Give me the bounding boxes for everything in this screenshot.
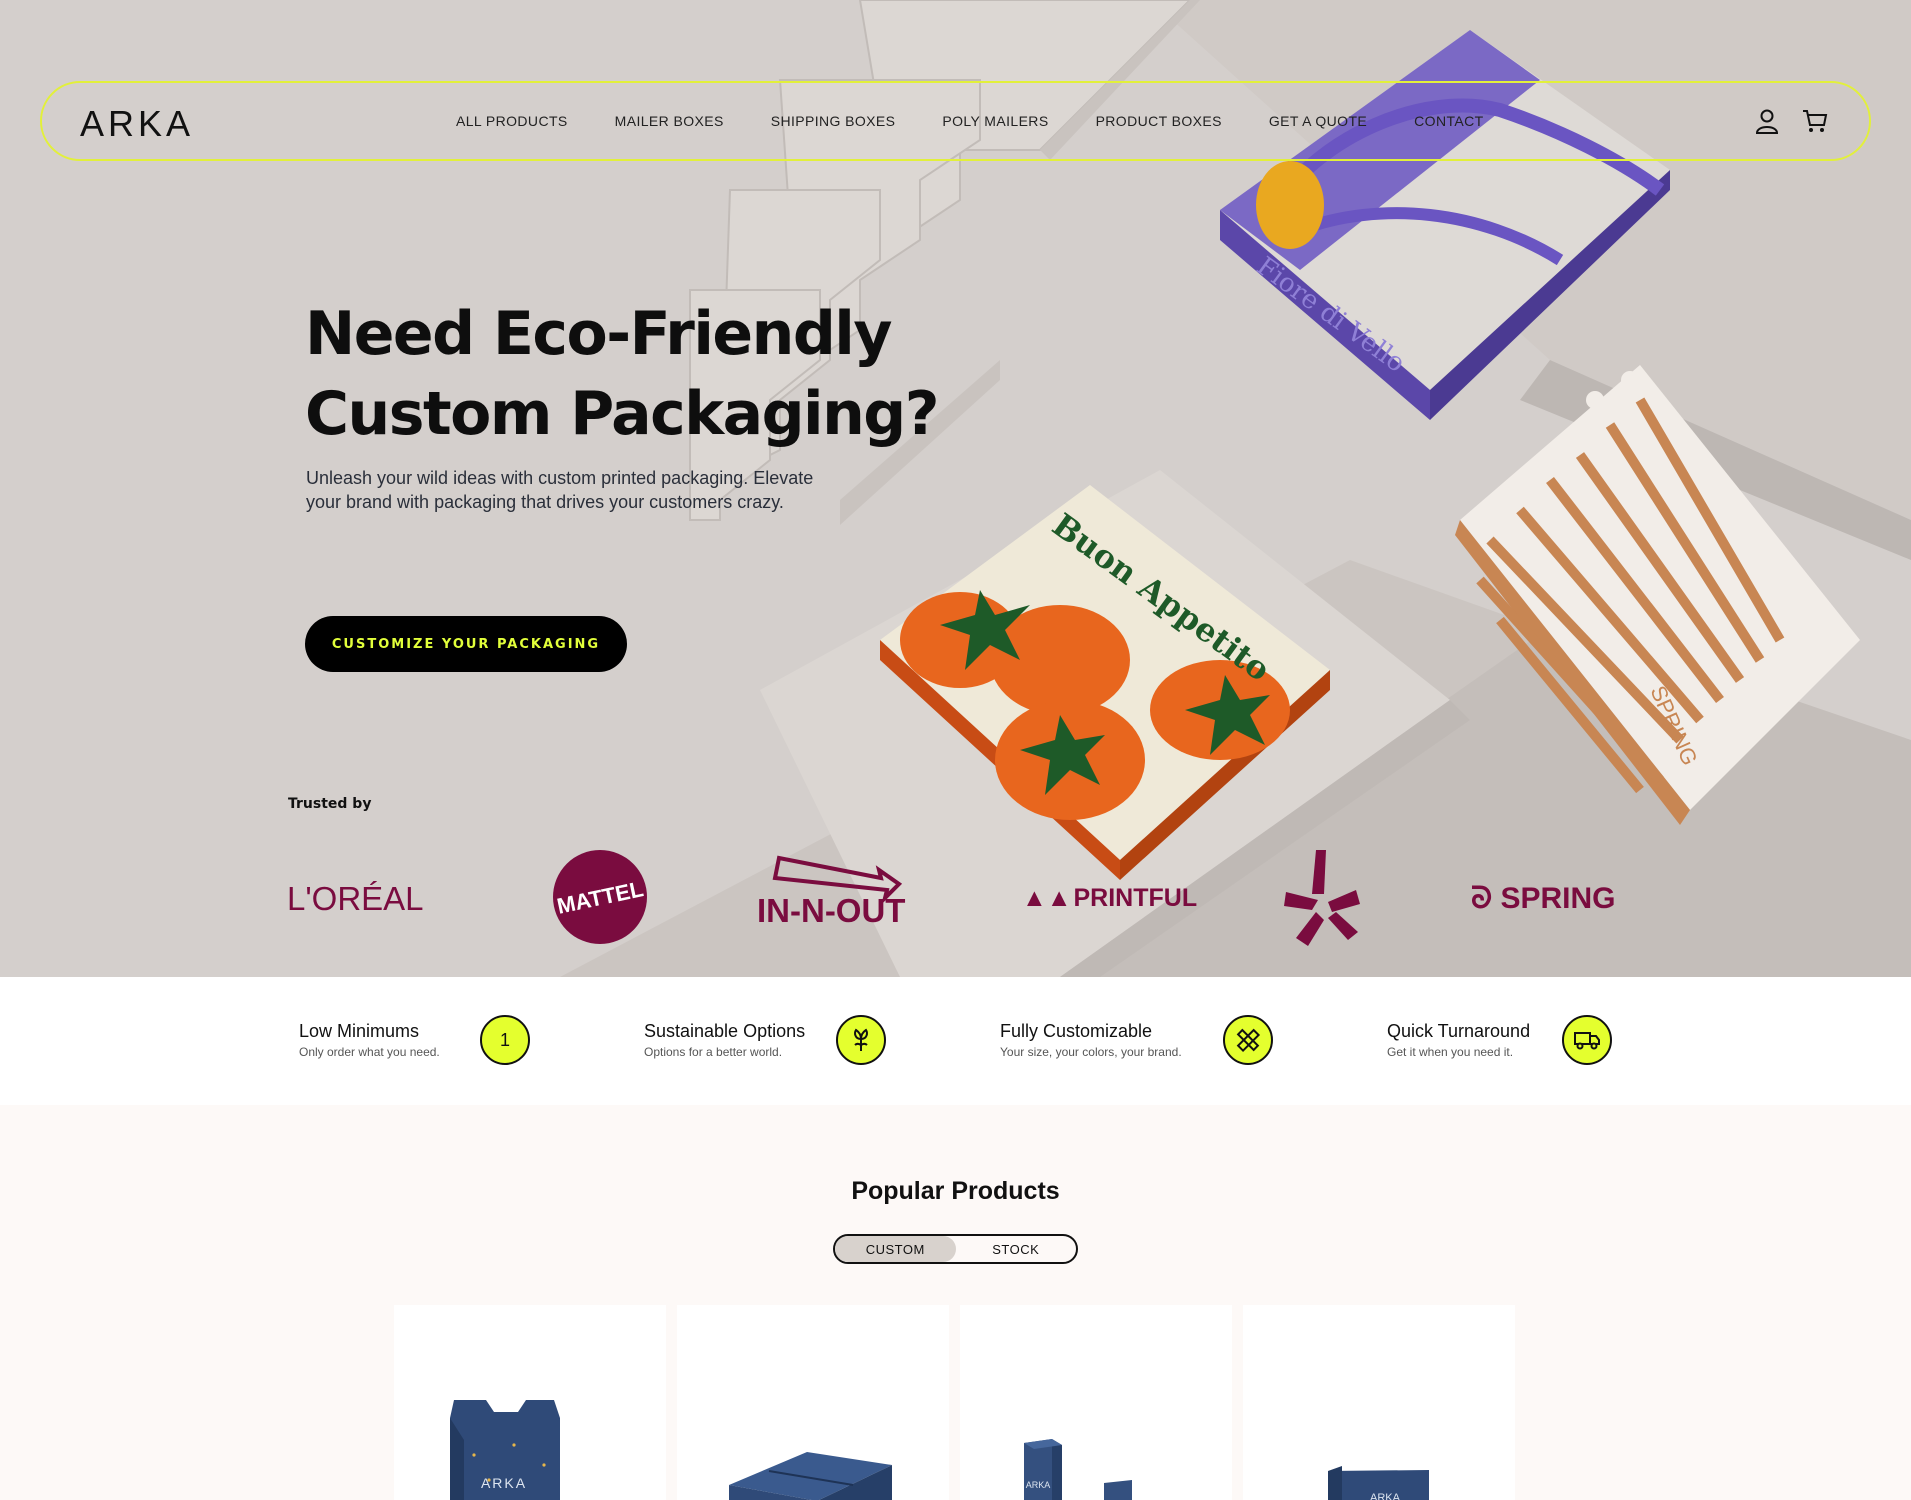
nav-link-product-boxes[interactable]: PRODUCT BOXES (1096, 113, 1222, 129)
feature-low-minimums: Low Minimums Only order what you need. (299, 1021, 440, 1059)
customize-packaging-button[interactable]: CUSTOMIZE YOUR PACKAGING (305, 616, 627, 672)
spring-logo: ᘐ SPRING (1471, 882, 1616, 916)
nav-link-get-a-quote[interactable]: GET A QUOTE (1269, 113, 1367, 129)
product-card[interactable]: ARKA (394, 1305, 666, 1500)
nav-link-poly-mailers[interactable]: POLY MAILERS (942, 113, 1048, 129)
in-n-out-logo: IN-N-OUT BURGER (757, 852, 1058, 942)
feature-sustainable-options: Sustainable Options Options for a better… (644, 1021, 805, 1059)
box-print-text: ARKA (1370, 1492, 1401, 1500)
feature-desc: Options for a better world. (644, 1045, 783, 1059)
section-title: Popular Products (851, 1177, 1060, 1205)
hero-subtitle: Unleash your wild ideas with custom prin… (306, 468, 814, 512)
nav-links: ALL PRODUCTS MAILER BOXES SHIPPING BOXES… (456, 83, 1531, 159)
popular-products-section: Popular Products CUSTOM STOCK ARKA ARKA (0, 1105, 1911, 1500)
hero-section: Fiore di Vello Buon Appetito SPRING ARKA… (0, 0, 1911, 977)
user-icon[interactable] (1753, 107, 1781, 135)
spring-mark-icon: ᘐ (1471, 882, 1501, 915)
arka-logo[interactable]: ARKA (80, 103, 194, 145)
in-n-out-logo-text: IN-N-OUT BURGER (757, 892, 913, 929)
number-one-badge: 1 (480, 1015, 530, 1065)
mailer-box-image: ARKA (450, 1400, 560, 1500)
spring-logo-text: SPRING (1500, 882, 1616, 915)
product-card[interactable] (677, 1305, 949, 1500)
mattel-logo: MATTEL (551, 848, 649, 946)
main-nav-bar: ARKA ALL PRODUCTS MAILER BOXES SHIPPING … (40, 81, 1871, 161)
feature-desc: Your size, your colors, your brand. (1000, 1045, 1182, 1059)
printful-logo-text: PRINTFUL (1073, 884, 1198, 912)
feature-title: Fully Customizable (1000, 1021, 1153, 1041)
nav-icons (1753, 107, 1829, 135)
box-print-text: ARKA (1026, 1480, 1051, 1490)
product-card[interactable]: ARKA (1243, 1305, 1515, 1500)
yelp-logo-text: yelp (1282, 848, 1284, 849)
features-strip: Low Minimums Only order what you need. 1… (0, 977, 1911, 1105)
tab-stock[interactable]: STOCK (956, 1236, 1077, 1262)
printful-logo: ▲▲PRINTFUL (1022, 884, 1197, 913)
mailer-box-image: ARKA (1328, 1466, 1429, 1500)
feature-fully-customizable: Fully Customizable Your size, your color… (1000, 1021, 1182, 1059)
box-print-text: ARKA (481, 1475, 527, 1491)
product-type-toggle: CUSTOM STOCK (833, 1234, 1078, 1264)
hero-title-line-2: Custom Packaging? (305, 379, 940, 449)
feature-quick-turnaround: Quick Turnaround Get it when you need it… (1387, 1021, 1530, 1059)
plant-icon (836, 1015, 886, 1065)
truck-icon (1562, 1015, 1612, 1065)
nav-link-contact[interactable]: CONTACT (1414, 113, 1483, 129)
feature-title: Quick Turnaround (1387, 1021, 1531, 1041)
feature-title: Low Minimums (299, 1021, 420, 1041)
trusted-by-label: Trusted by (288, 796, 372, 812)
nav-link-mailer-boxes[interactable]: MAILER BOXES (615, 113, 724, 129)
nav-link-all-products[interactable]: ALL PRODUCTS (456, 113, 568, 129)
printful-mark-icon: ▲▲ (1022, 884, 1072, 912)
hero-title: Need Eco-Friendly Custom Packaging? (305, 294, 945, 454)
product-card[interactable]: ARKA (960, 1305, 1232, 1500)
feature-title: Sustainable Options (644, 1021, 806, 1041)
feature-desc: Only order what you need. (299, 1045, 440, 1059)
yelp-logo: yelp (1282, 848, 1362, 948)
nav-link-shipping-boxes[interactable]: SHIPPING BOXES (771, 113, 896, 129)
hero-title-line-1: Need Eco-Friendly (305, 299, 892, 369)
tab-custom[interactable]: CUSTOM (835, 1236, 956, 1262)
shipping-box-image (729, 1452, 892, 1500)
loreal-logo: L'ORÉAL (287, 880, 424, 917)
feature-desc: Get it when you need it. (1387, 1045, 1514, 1059)
ruler-pencil-icon (1223, 1015, 1273, 1065)
cart-icon[interactable] (1801, 107, 1829, 135)
product-box-image: ARKA (1024, 1439, 1132, 1500)
